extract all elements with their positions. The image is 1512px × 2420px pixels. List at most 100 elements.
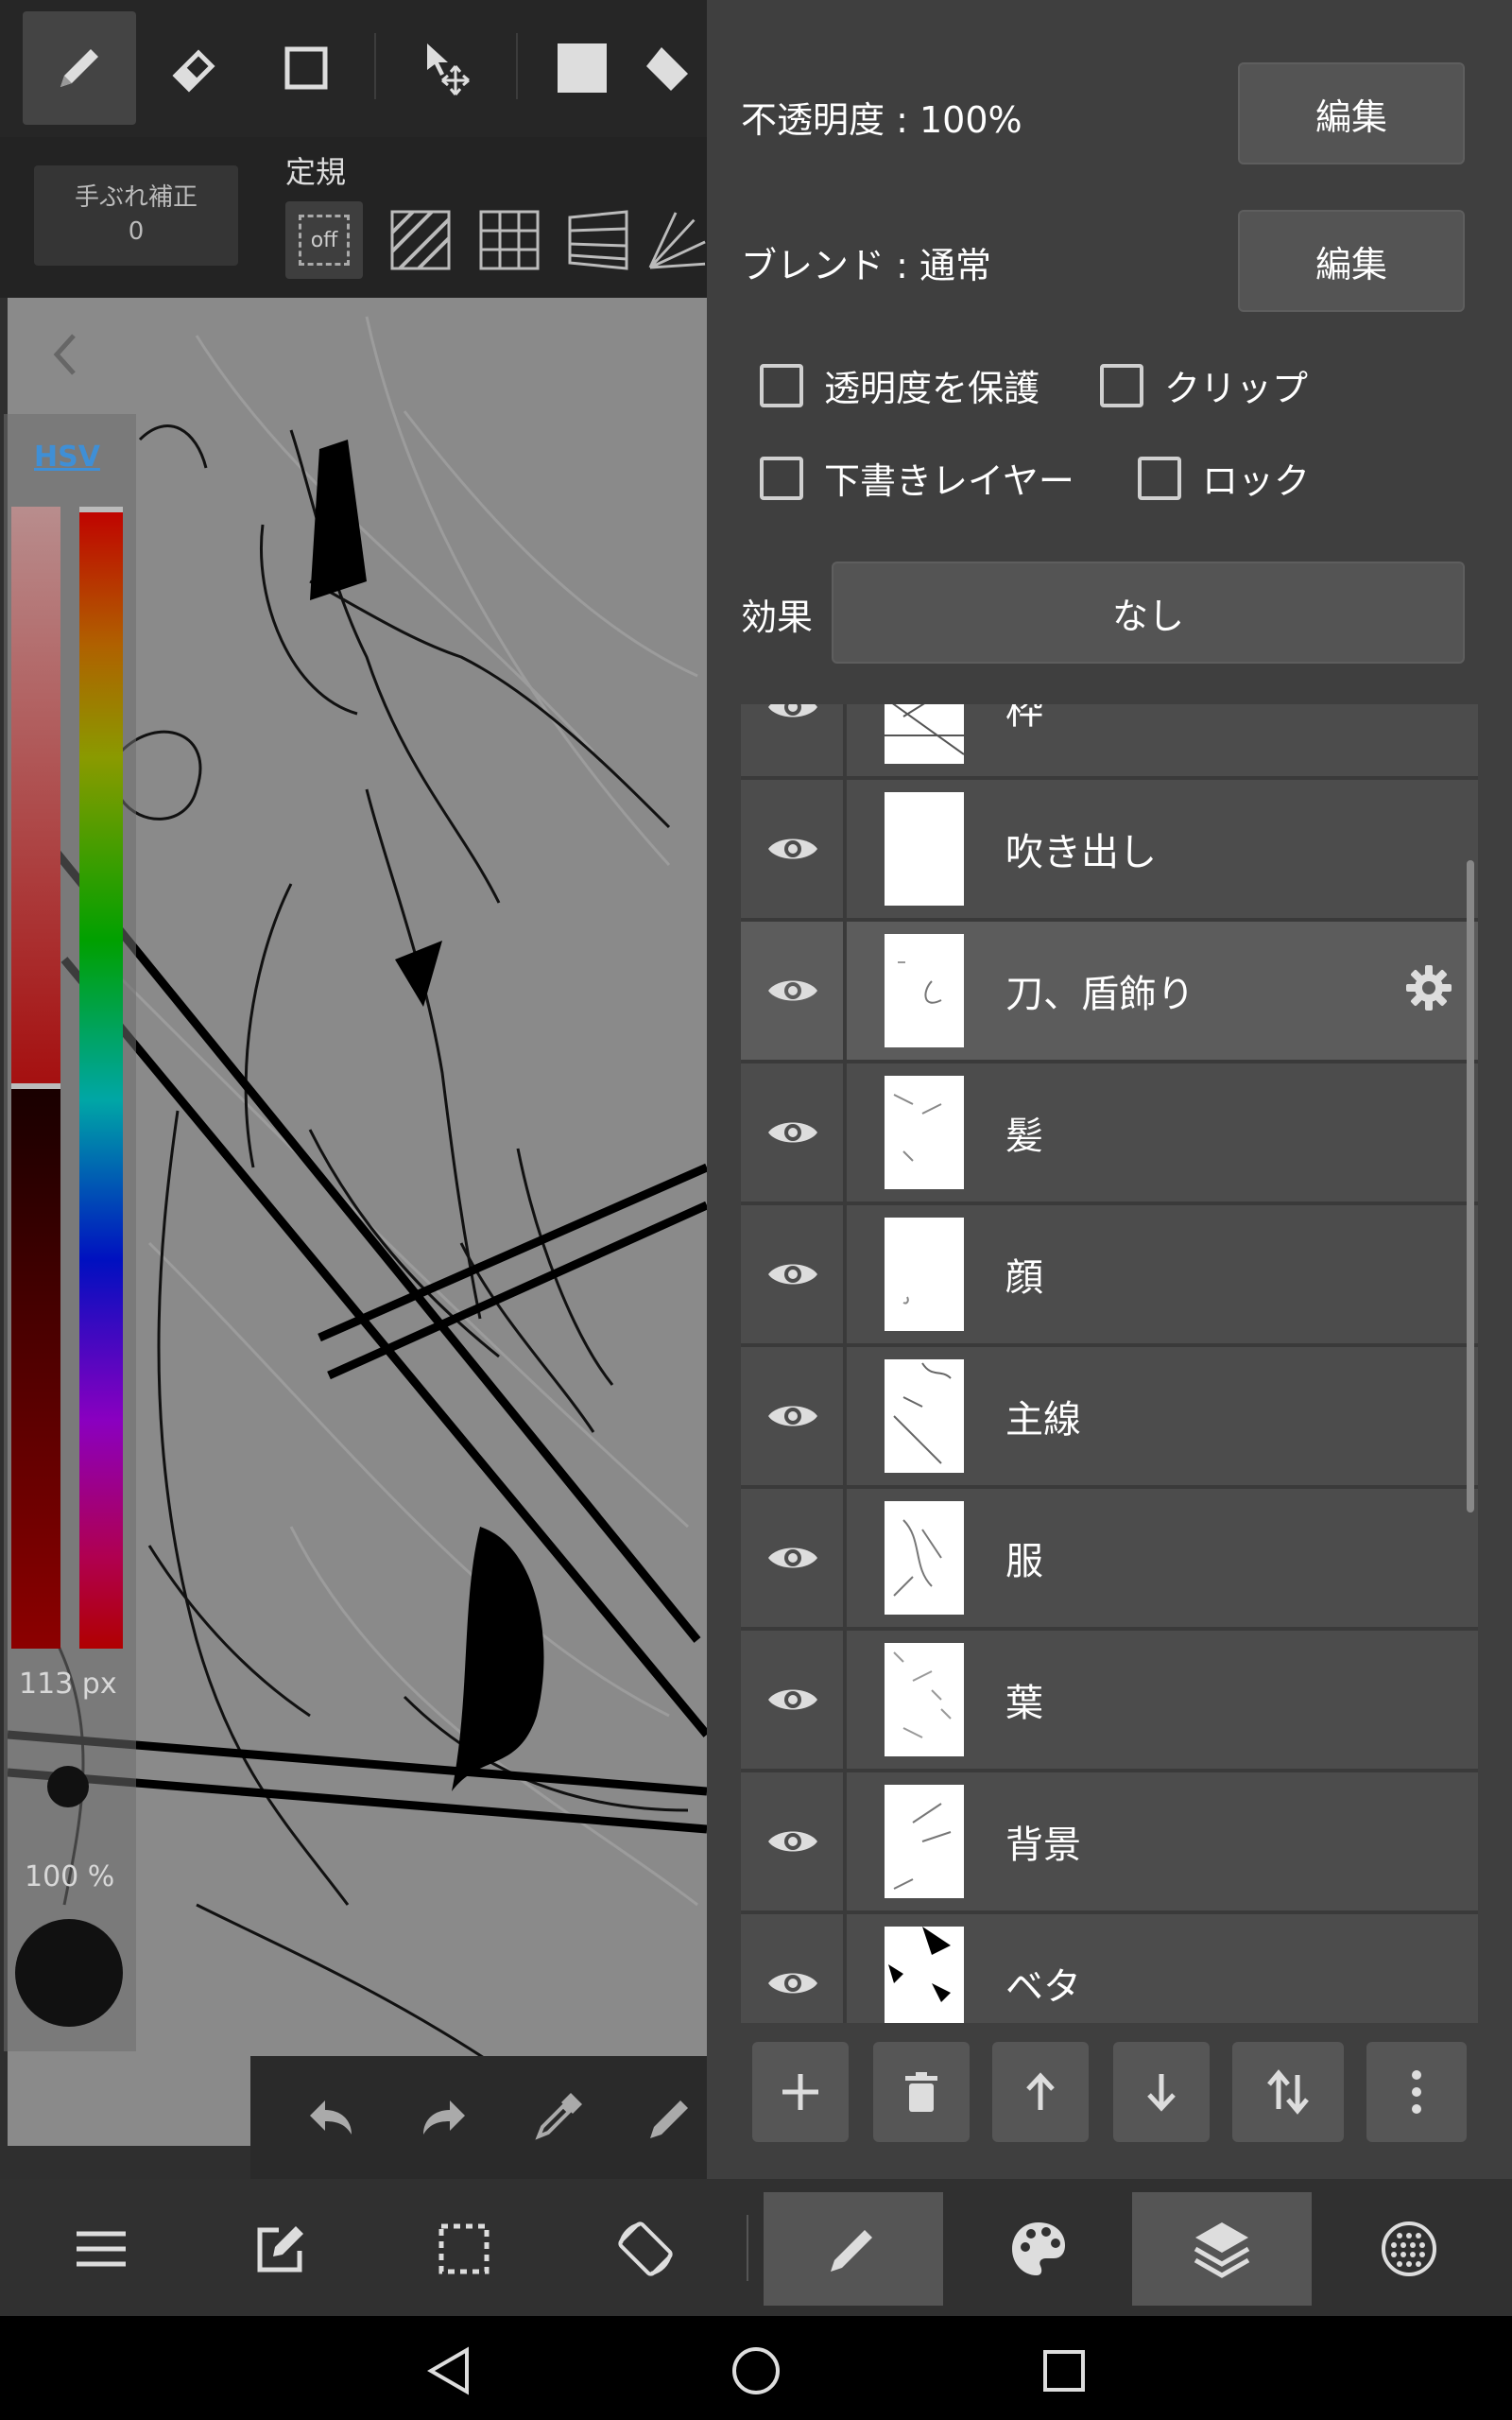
bucket-tool-button[interactable] <box>643 11 707 125</box>
eyedropper-icon <box>535 2093 582 2140</box>
merge-layer-button[interactable] <box>1232 2042 1344 2142</box>
eraser-tool-button[interactable] <box>136 11 249 125</box>
rotate-canvas-button[interactable] <box>556 2192 735 2306</box>
gear-icon[interactable] <box>1404 963 1453 1016</box>
ruler-grid-button[interactable] <box>471 201 548 279</box>
layer-row[interactable]: 髪 <box>741 1063 1478 1205</box>
blend-edit-button[interactable]: 編集 <box>1238 210 1465 312</box>
back-button[interactable] <box>410 2333 486 2409</box>
layer-name: ベタ <box>1005 1965 1081 2009</box>
layer-name: 顔 <box>1005 1256 1043 1300</box>
collapse-panel-icon[interactable] <box>45 326 83 383</box>
eye-icon[interactable] <box>760 1243 826 1305</box>
dot-pattern-icon <box>1382 2221 1436 2276</box>
ruler-radial-button[interactable] <box>648 201 707 279</box>
more-vertical-icon <box>1412 2070 1421 2114</box>
edit-button[interactable] <box>191 2192 370 2306</box>
hue-slider[interactable] <box>79 507 123 1649</box>
layer-panel-tab[interactable] <box>1132 2192 1312 2306</box>
trash-icon <box>905 2072 937 2112</box>
ruler-perspective-button[interactable] <box>559 201 637 279</box>
home-button[interactable] <box>718 2333 794 2409</box>
layer-row[interactable]: 吹き出し <box>741 780 1478 922</box>
ruler-parallel-button[interactable] <box>382 201 459 279</box>
layer-name: 葉 <box>1005 1682 1043 1725</box>
layer-row[interactable]: 服 <box>741 1489 1478 1631</box>
color-slider-panel: HSV 113 px 100 % <box>4 414 136 2051</box>
lock-checkbox[interactable]: ロック <box>1138 452 1310 504</box>
layer-row[interactable]: 葉 <box>741 1631 1478 1772</box>
pencil-icon <box>831 2230 872 2272</box>
tool-options-bar: 手ぶれ補正 0 定規 off <box>0 137 707 298</box>
recents-button[interactable] <box>1026 2333 1102 2409</box>
layer-list-scrollbar[interactable] <box>1467 860 1474 1512</box>
layer-row[interactable]: 顔 <box>741 1205 1478 1347</box>
ruler-title: 定規 <box>285 154 347 190</box>
effect-label: 効果 <box>741 596 814 638</box>
dashed-selection-icon <box>438 2223 490 2274</box>
bucket-icon <box>646 47 688 91</box>
move-layer-up-button[interactable] <box>992 2042 1089 2142</box>
color-value-slider[interactable] <box>11 507 60 1649</box>
rectangle-select-icon <box>284 46 328 90</box>
delete-layer-button[interactable] <box>873 2042 970 2142</box>
move-tool-button[interactable] <box>391 11 505 125</box>
eye-icon[interactable] <box>760 1385 826 1447</box>
layer-name: 主線 <box>1005 1398 1081 1442</box>
move-layer-down-button[interactable] <box>1113 2042 1210 2142</box>
eye-icon[interactable] <box>760 1952 826 2014</box>
layer-row[interactable]: 枠 <box>741 704 1478 780</box>
stabilizer-label: 手ぶれ補正 <box>74 183 198 212</box>
menu-button[interactable] <box>11 2192 191 2306</box>
eye-icon[interactable] <box>760 1527 826 1589</box>
hsv-mode-link[interactable]: HSV <box>34 441 100 474</box>
draft-layer-checkbox[interactable]: 下書きレイヤー <box>760 452 1074 504</box>
layer-row[interactable]: 主線 <box>741 1347 1478 1489</box>
move-transform-icon <box>427 43 470 95</box>
fill-color-icon <box>558 43 607 93</box>
layer-name: 刀、盾飾り <box>1005 973 1194 1016</box>
brush-opacity-label: 100 % <box>25 1860 115 1893</box>
layer-thumbnail <box>885 1501 964 1615</box>
layer-row-selected[interactable]: 刀、盾飾り <box>741 922 1478 1063</box>
selection-button[interactable] <box>374 2192 554 2306</box>
eye-icon[interactable] <box>760 704 826 738</box>
select-tool-button[interactable] <box>249 11 363 125</box>
layer-row[interactable]: ベタ <box>741 1914 1478 2023</box>
layer-row[interactable]: 背景 <box>741 1772 1478 1914</box>
checkbox-box <box>1138 456 1181 500</box>
protect-alpha-checkbox[interactable]: 透明度を保護 <box>760 359 1040 411</box>
stabilizer-button[interactable]: 手ぶれ補正 0 <box>34 165 238 266</box>
eye-icon[interactable] <box>760 1810 826 1873</box>
eye-icon[interactable] <box>760 1668 826 1731</box>
eye-icon[interactable] <box>760 818 826 880</box>
eye-icon[interactable] <box>760 959 826 1022</box>
layer-list[interactable]: 枠 吹き出し 刀、盾飾り 髪 顔 主線 服 葉 背景 ベタ <box>741 704 1478 2023</box>
eye-icon[interactable] <box>760 1101 826 1164</box>
redo-button[interactable] <box>411 2084 477 2151</box>
grid-ruler-icon <box>479 210 540 270</box>
radial-ruler-icon <box>648 212 706 269</box>
add-layer-button[interactable] <box>752 2042 849 2142</box>
material-panel-tab[interactable] <box>1319 2192 1499 2306</box>
layer-thumbnail <box>885 704 965 764</box>
hamburger-menu-icon <box>77 2231 126 2267</box>
layer-more-button[interactable] <box>1366 2042 1467 2142</box>
opacity-edit-button[interactable]: 編集 <box>1238 62 1465 164</box>
brush-size-indicator[interactable] <box>47 1766 89 1807</box>
fill-color-button[interactable] <box>525 11 639 125</box>
brush-tool-button[interactable] <box>23 11 136 125</box>
pen-quick-button[interactable] <box>638 2084 704 2151</box>
layer-thumbnail <box>885 1927 964 2023</box>
draft-layer-label: 下書きレイヤー <box>824 460 1074 502</box>
undo-button[interactable] <box>298 2084 364 2151</box>
effect-select-button[interactable]: なし <box>832 562 1465 664</box>
eyedropper-button[interactable] <box>524 2084 591 2151</box>
current-color-swatch[interactable] <box>15 1919 123 2027</box>
clip-checkbox[interactable]: クリップ <box>1100 359 1308 411</box>
ruler-off-button[interactable]: off <box>285 201 363 279</box>
color-panel-tab[interactable] <box>949 2192 1128 2306</box>
brush-panel-tab[interactable] <box>764 2192 943 2306</box>
layer-name: 背景 <box>1005 1824 1081 1867</box>
checkbox-box <box>1100 363 1143 407</box>
